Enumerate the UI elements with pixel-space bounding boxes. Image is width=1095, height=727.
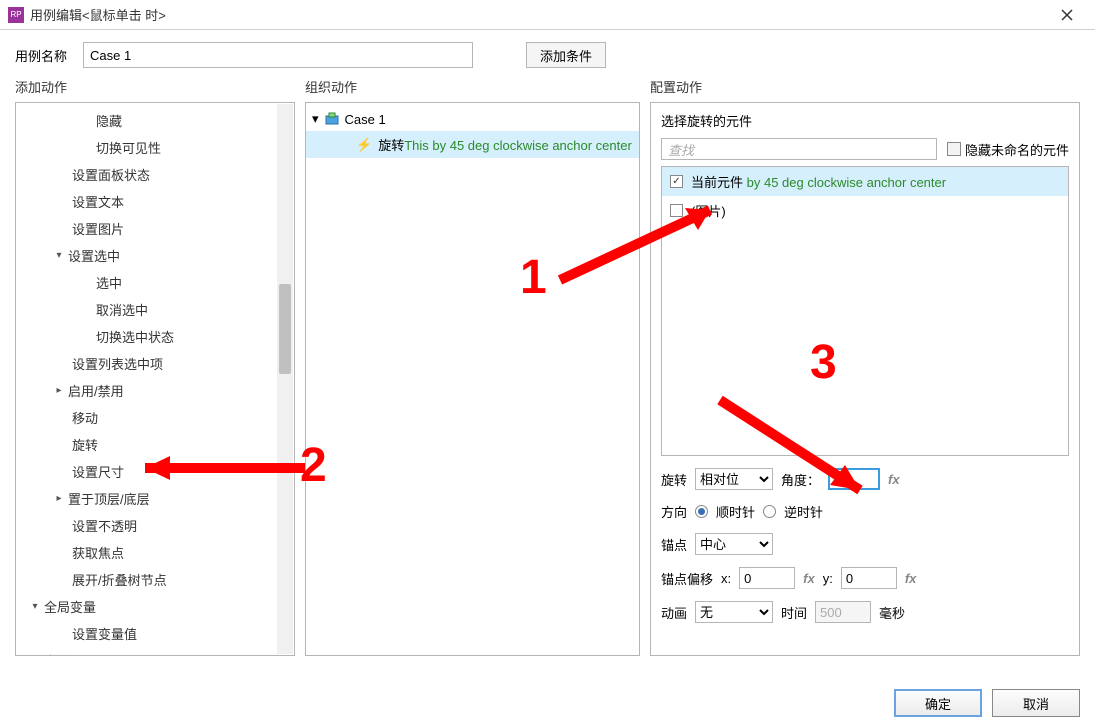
org-case-label: Case 1: [345, 112, 386, 127]
fx-icon[interactable]: fx: [905, 571, 917, 586]
direction-ccw-label: 逆时针: [784, 502, 823, 521]
tree-item[interactable]: 隐藏: [16, 107, 294, 134]
checkbox-icon: [947, 142, 961, 156]
tree-item[interactable]: 设置文本: [16, 188, 294, 215]
expand-icon[interactable]: ▸: [54, 493, 64, 504]
tree-item[interactable]: 移动: [16, 404, 294, 431]
expand-icon[interactable]: ▾: [54, 250, 64, 261]
close-button[interactable]: [1047, 0, 1087, 30]
checkbox-icon[interactable]: [670, 175, 683, 188]
tree-item[interactable]: 选中: [16, 269, 294, 296]
case-name-input[interactable]: [83, 42, 473, 68]
case-name-label: 用例名称: [15, 46, 75, 65]
tree-item[interactable]: 设置面板状态: [16, 161, 294, 188]
search-input[interactable]: [661, 138, 937, 160]
fx-icon[interactable]: fx: [888, 472, 900, 487]
tree-item[interactable]: 取消选中: [16, 296, 294, 323]
tree-item[interactable]: 设置列表选中项: [16, 350, 294, 377]
offset-label: 锚点偏移: [661, 569, 713, 588]
add-action-column: 添加动作 隐藏 切换可见性 设置面板状态 设置文本 设置图片 ▾设置选中 选中 …: [15, 74, 295, 656]
anchor-label: 锚点: [661, 535, 687, 554]
add-condition-button[interactable]: 添加条件: [526, 42, 606, 68]
checkbox-icon[interactable]: [670, 204, 683, 217]
annotation-number-1: 1: [520, 250, 547, 305]
radio-ccw[interactable]: [763, 505, 776, 518]
tree-item[interactable]: 切换选中状态: [16, 323, 294, 350]
tree-item[interactable]: 切换可见性: [16, 134, 294, 161]
offset-y-input[interactable]: [841, 567, 897, 589]
configure-action-header: 配置动作: [650, 74, 1080, 98]
dialog-footer: 确定 取消: [894, 689, 1080, 717]
expand-icon[interactable]: ▾: [30, 601, 40, 612]
element-label: (图片): [691, 201, 726, 220]
tree-item[interactable]: ▾设置选中: [16, 242, 294, 269]
add-action-header: 添加动作: [15, 74, 295, 98]
hide-unnamed-label: 隐藏未命名的元件: [965, 140, 1069, 159]
tree-item[interactable]: 获取焦点: [16, 539, 294, 566]
offset-x-label: x:: [721, 571, 731, 586]
element-label: 当前元件: [691, 175, 743, 190]
tree-item[interactable]: 展开/折叠树节点: [16, 566, 294, 593]
radio-cw[interactable]: [695, 505, 708, 518]
tree-item[interactable]: 设置图片: [16, 215, 294, 242]
expand-icon[interactable]: ▸: [54, 385, 64, 396]
tree-item[interactable]: ▸置于顶层/底层: [16, 485, 294, 512]
scrollbar-thumb[interactable]: [279, 284, 291, 374]
direction-cw-label: 顺时针: [716, 502, 755, 521]
close-icon: [1061, 9, 1073, 21]
org-action-detail: This by 45 deg clockwise anchor center: [404, 138, 632, 153]
element-detail: by 45 deg clockwise anchor center: [747, 175, 946, 190]
tree-item[interactable]: 设置尺寸: [16, 458, 294, 485]
element-list[interactable]: 当前元件 by 45 deg clockwise anchor center (…: [661, 166, 1069, 456]
scrollbar-track[interactable]: [277, 104, 293, 654]
offset-y-label: y:: [823, 571, 833, 586]
title-bar: RP 用例编辑<鼠标单击 时>: [0, 0, 1095, 30]
angle-label: 角度：: [781, 470, 820, 489]
configure-section-title: 选择旋转的元件: [661, 111, 1069, 130]
org-case-item[interactable]: ▾ Case 1: [306, 107, 639, 131]
tree-item-rotate[interactable]: 旋转: [16, 431, 294, 458]
tree-item[interactable]: ▾全局变量: [16, 593, 294, 620]
case-icon: [325, 112, 339, 126]
organize-action-column: 组织动作 ▾ Case 1 ⚡ 旋转This by 45 deg clockwi…: [305, 74, 640, 656]
tree-item[interactable]: 设置不透明: [16, 512, 294, 539]
fx-icon[interactable]: fx: [803, 571, 815, 586]
element-list-item[interactable]: 当前元件 by 45 deg clockwise anchor center: [662, 167, 1068, 196]
action-tree[interactable]: 隐藏 切换可见性 设置面板状态 设置文本 设置图片 ▾设置选中 选中 取消选中 …: [16, 103, 294, 655]
anim-label: 动画: [661, 603, 687, 622]
case-name-row: 用例名称 添加条件: [0, 30, 1095, 74]
org-action-prefix: 旋转: [378, 138, 404, 153]
bolt-icon: ⚡: [356, 137, 372, 153]
window-title: 用例编辑<鼠标单击 时>: [30, 5, 1047, 24]
columns-container: 添加动作 隐藏 切换可见性 设置面板状态 设置文本 设置图片 ▾设置选中 选中 …: [0, 74, 1095, 664]
organize-tree[interactable]: ▾ Case 1 ⚡ 旋转This by 45 deg clockwise an…: [306, 103, 639, 162]
annotation-number-2: 2: [300, 438, 327, 493]
time-input[interactable]: [815, 601, 871, 623]
anchor-select[interactable]: 中心: [695, 533, 773, 555]
ok-button[interactable]: 确定: [894, 689, 982, 717]
direction-label: 方向: [661, 502, 687, 521]
rotate-mode-select[interactable]: 相对位: [695, 468, 773, 490]
tree-item[interactable]: 设置变量值: [16, 620, 294, 647]
ms-label: 毫秒: [879, 603, 905, 622]
offset-x-input[interactable]: [739, 567, 795, 589]
time-label: 时间: [781, 603, 807, 622]
expand-icon[interactable]: ▾: [312, 111, 319, 127]
tree-item[interactable]: ▸启用/禁用: [16, 377, 294, 404]
rotate-label: 旋转: [661, 470, 687, 489]
tree-item[interactable]: ▸中继器: [16, 647, 294, 655]
annotation-number-3: 3: [810, 335, 837, 390]
org-action-item[interactable]: ⚡ 旋转This by 45 deg clockwise anchor cent…: [306, 131, 639, 158]
hide-unnamed-checkbox[interactable]: 隐藏未命名的元件: [947, 140, 1069, 159]
anim-select[interactable]: 无: [695, 601, 773, 623]
angle-input[interactable]: [828, 468, 880, 490]
configure-action-column: 配置动作 选择旋转的元件 隐藏未命名的元件 当前元件 by 45 deg clo…: [650, 74, 1080, 656]
organize-action-header: 组织动作: [305, 74, 640, 98]
app-icon: RP: [8, 7, 24, 23]
cancel-button[interactable]: 取消: [992, 689, 1080, 717]
element-list-item[interactable]: (图片): [662, 196, 1068, 225]
